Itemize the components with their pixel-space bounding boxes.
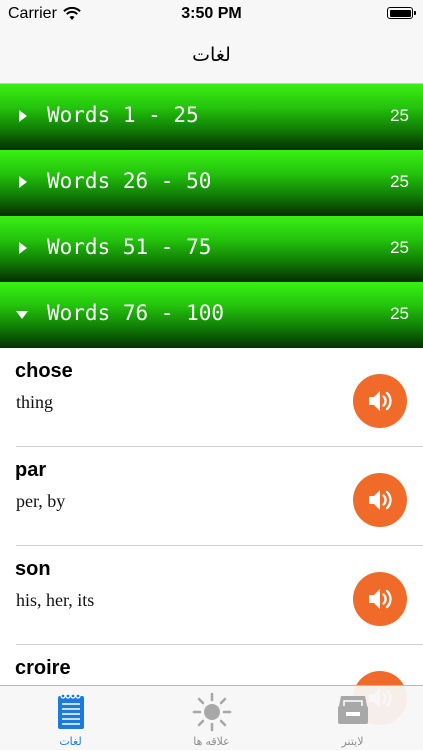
word-french: croire — [15, 657, 71, 679]
tab-leitner[interactable]: لایتنر — [282, 686, 423, 751]
section-header-words-76-100[interactable]: Words 76 - 100 25 — [0, 282, 423, 348]
play-audio-button[interactable] — [353, 374, 407, 428]
list-item[interactable]: son his, her, its — [0, 546, 423, 645]
status-bar: Carrier 3:50 PM — [0, 0, 423, 28]
tab-label: لایتنر — [341, 736, 364, 748]
disclosure-down-icon — [16, 311, 28, 319]
section-title: Words 1 - 25 — [47, 103, 199, 127]
speaker-icon — [369, 391, 392, 411]
sun-icon — [192, 692, 231, 732]
notepad-icon — [57, 693, 84, 729]
list-item[interactable]: par per, by — [0, 447, 423, 546]
word-french: son — [15, 558, 51, 580]
navigation-bar: لغات — [0, 28, 423, 84]
speaker-icon — [369, 589, 392, 609]
word-french: chose — [15, 360, 73, 382]
page-title: لغات — [192, 45, 231, 66]
section-title: Words 26 - 50 — [47, 169, 212, 193]
word-translation: his, her, its — [16, 590, 95, 610]
tab-words[interactable]: لغات — [0, 686, 141, 751]
section-count: 25 — [390, 238, 409, 257]
speaker-icon — [369, 490, 392, 510]
list-item[interactable]: chose thing — [0, 348, 423, 447]
play-audio-button[interactable] — [353, 572, 407, 626]
section-header-words-26-50[interactable]: Words 26 - 50 25 — [0, 150, 423, 216]
section-title: Words 51 - 75 — [47, 235, 212, 259]
tab-label: علاقه ها — [193, 736, 230, 748]
word-translation: thing — [16, 392, 54, 412]
play-audio-button[interactable] — [353, 473, 407, 527]
battery-icon — [387, 7, 416, 19]
disclosure-right-icon — [19, 242, 27, 254]
word-french: par — [15, 459, 47, 481]
section-title: Words 76 - 100 — [47, 301, 225, 325]
tab-label: لغات — [59, 736, 82, 748]
status-time: 3:50 PM — [181, 5, 242, 22]
section-count: 25 — [390, 304, 409, 323]
section-header-words-51-75[interactable]: Words 51 - 75 25 — [0, 216, 423, 282]
section-count: 25 — [390, 172, 409, 191]
word-translation: per, by — [16, 491, 66, 511]
tray-icon — [337, 696, 368, 724]
disclosure-right-icon — [19, 110, 27, 122]
tab-bar: لغات علاقه ها لایتنر — [0, 685, 423, 750]
disclosure-right-icon — [19, 176, 27, 188]
tab-relations[interactable]: علاقه ها — [141, 686, 282, 751]
section-count: 25 — [390, 106, 409, 125]
section-header-words-1-25[interactable]: Words 1 - 25 25 — [0, 84, 423, 150]
